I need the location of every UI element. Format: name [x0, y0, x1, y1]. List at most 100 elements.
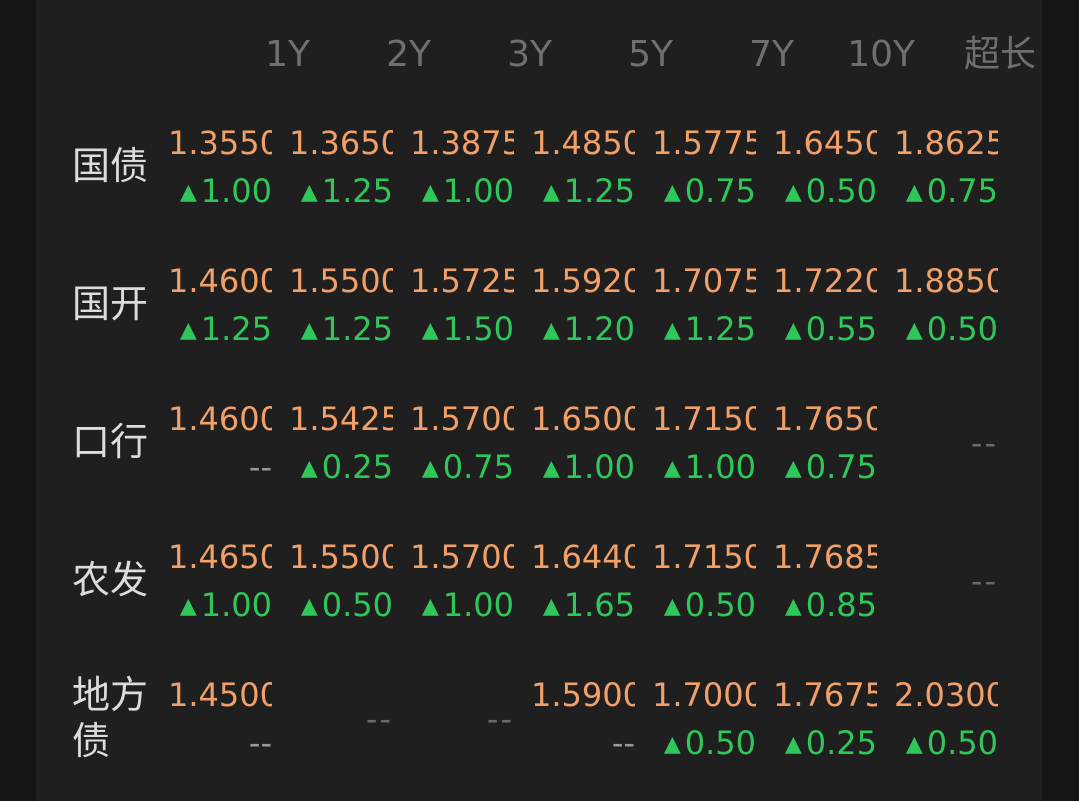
yield-value[interactable]: 1.5425 [289, 399, 393, 439]
yield-value[interactable]: 1.4600 [168, 399, 272, 439]
yield-value[interactable]: 1.5700 [410, 399, 514, 439]
up-triangle-icon: ▲ [421, 180, 439, 205]
empty-cell: -- [486, 700, 514, 738]
yield-value[interactable]: 1.4500 [168, 675, 272, 715]
change-number: 0.75 [926, 172, 998, 210]
yield-value[interactable]: 1.5700 [410, 537, 514, 577]
change-value: ▲ 0.75 [773, 447, 877, 487]
yield-value[interactable]: 1.7650 [773, 399, 877, 439]
up-triangle-icon: ▲ [300, 456, 318, 481]
change-number: 1.25 [563, 172, 635, 210]
change-number: 0.50 [926, 310, 998, 348]
row-label-kouhang: 口行 [72, 420, 149, 464]
change-value: ▲ 1.00 [652, 447, 756, 487]
change-number: 1.25 [200, 310, 272, 348]
up-triangle-icon: ▲ [905, 318, 923, 343]
yield-value[interactable]: 1.4850 [531, 123, 635, 163]
yield-value[interactable]: 1.7150 [652, 399, 756, 439]
change-number: 0.25 [805, 724, 877, 762]
yield-value[interactable]: 1.3550 [168, 123, 272, 163]
change-number: 0.50 [321, 586, 393, 624]
change-value: ▲ 1.00 [168, 585, 272, 625]
change-number: 0.75 [805, 448, 877, 486]
row-label-guozhai: 国债 [72, 144, 149, 188]
change-value: ▲ 1.00 [531, 447, 635, 487]
change-value: ▲ 0.85 [773, 585, 877, 625]
yield-value[interactable]: 1.7685 [773, 537, 877, 577]
yield-value[interactable]: 1.6450 [773, 123, 877, 163]
yield-value[interactable]: 1.4600 [168, 261, 272, 301]
yield-value[interactable]: 1.8850 [894, 261, 998, 301]
up-triangle-icon: ▲ [179, 318, 197, 343]
change-value: ▲ 0.75 [410, 447, 514, 487]
up-triangle-icon: ▲ [663, 732, 681, 757]
column-header-3y[interactable]: 3Y [428, 30, 552, 80]
yield-value[interactable]: 1.8625 [894, 123, 998, 163]
empty-cell: -- [970, 562, 998, 600]
change-number: 0.55 [805, 310, 877, 348]
column-header-ultra-long[interactable]: 超长 [912, 30, 1036, 80]
change-value: ▲ 1.20 [531, 309, 635, 349]
yield-value[interactable]: 1.5500 [289, 537, 393, 577]
change-number: 1.25 [321, 172, 393, 210]
yield-value[interactable]: 1.7150 [652, 537, 756, 577]
change-value: ▲ 1.25 [289, 309, 393, 349]
change-number: 1.50 [442, 310, 514, 348]
up-triangle-icon: ▲ [542, 594, 560, 619]
column-header-1y[interactable]: 1Y [186, 30, 310, 80]
yield-value[interactable]: 1.5920 [531, 261, 635, 301]
yield-value[interactable]: 1.5900 [531, 675, 635, 715]
yield-value[interactable]: 1.6440 [531, 537, 635, 577]
up-triangle-icon: ▲ [784, 456, 802, 481]
change-value: ▲ 1.00 [410, 585, 514, 625]
change-value: ▲ 0.55 [773, 309, 877, 349]
up-triangle-icon: ▲ [784, 594, 802, 619]
change-number: 1.00 [442, 172, 514, 210]
yield-value[interactable]: 1.4650 [168, 537, 272, 577]
yield-value[interactable]: 1.7675 [773, 675, 877, 715]
yield-value[interactable]: 1.7220 [773, 261, 877, 301]
empty-cell: -- [365, 700, 393, 738]
change-value: ▲ 0.50 [894, 723, 998, 763]
up-triangle-icon: ▲ [179, 180, 197, 205]
column-header-5y[interactable]: 5Y [549, 30, 673, 80]
change-number: 1.00 [200, 586, 272, 624]
yield-value[interactable]: 1.6500 [531, 399, 635, 439]
change-value: ▲ 1.25 [652, 309, 756, 349]
up-triangle-icon: ▲ [421, 456, 439, 481]
up-triangle-icon: ▲ [663, 456, 681, 481]
change-number: 1.00 [684, 448, 756, 486]
up-triangle-icon: ▲ [784, 732, 802, 757]
yield-value[interactable]: 1.3650 [289, 123, 393, 163]
change-number: 1.00 [442, 586, 514, 624]
change-value: ▲ 0.50 [894, 309, 998, 349]
change-value: ▲ 1.65 [531, 585, 635, 625]
yield-value[interactable]: 1.5775 [652, 123, 756, 163]
column-header-7y[interactable]: 7Y [670, 30, 794, 80]
column-header-10y[interactable]: 10Y [791, 30, 915, 80]
column-header-2y[interactable]: 2Y [307, 30, 431, 80]
change-number: 1.00 [563, 448, 635, 486]
change-number: 1.20 [563, 310, 635, 348]
yield-value[interactable]: 1.3875 [410, 123, 514, 163]
yield-value[interactable]: 1.5500 [289, 261, 393, 301]
change-value: ▲ 0.25 [289, 447, 393, 487]
up-triangle-icon: ▲ [905, 180, 923, 205]
yield-value[interactable]: 1.5725 [410, 261, 514, 301]
up-triangle-icon: ▲ [663, 318, 681, 343]
change-value: ▲ 0.50 [289, 585, 393, 625]
up-triangle-icon: ▲ [300, 180, 318, 205]
yield-value[interactable]: 1.7000 [652, 675, 756, 715]
up-triangle-icon: ▲ [300, 594, 318, 619]
change-value: ▲ 1.00 [168, 171, 272, 211]
change-value: ▲ 0.50 [652, 585, 756, 625]
change-value: ▲ 0.75 [652, 171, 756, 211]
change-number: 0.25 [321, 448, 393, 486]
up-triangle-icon: ▲ [542, 318, 560, 343]
change-number: 1.65 [563, 586, 635, 624]
yield-value[interactable]: 2.0300 [894, 675, 998, 715]
up-triangle-icon: ▲ [905, 732, 923, 757]
up-triangle-icon: ▲ [784, 318, 802, 343]
change-number: 0.50 [684, 724, 756, 762]
yield-value[interactable]: 1.7075 [652, 261, 756, 301]
